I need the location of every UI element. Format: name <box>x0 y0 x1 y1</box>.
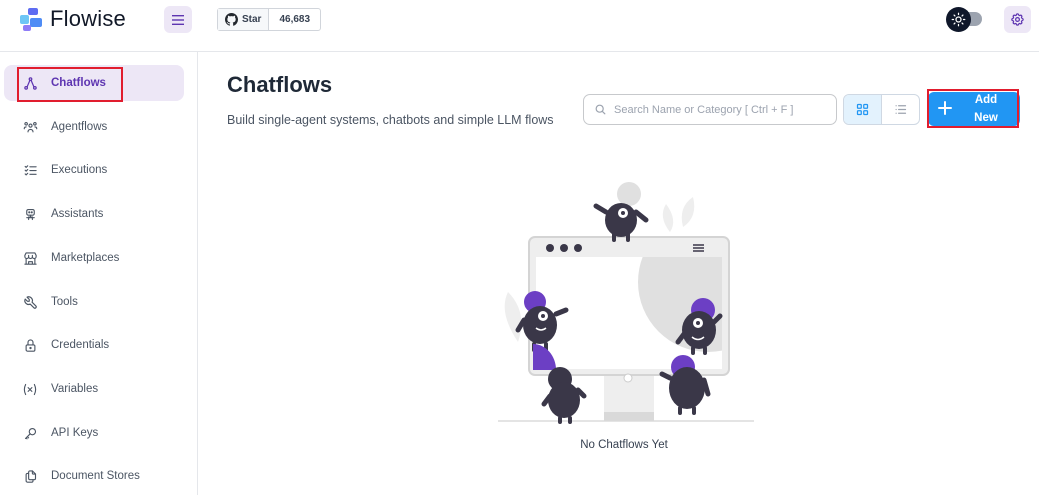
search-input[interactable] <box>614 103 829 116</box>
menu-toggle-button[interactable] <box>164 6 192 33</box>
empty-state-illustration <box>488 182 760 426</box>
sidebar-item-label: Assistants <box>51 208 104 220</box>
github-star-label: Star <box>242 14 262 25</box>
sidebar-item-chatflows[interactable]: Chatflows <box>4 65 184 101</box>
sidebar-item-label: Agentflows <box>51 121 108 133</box>
page-subtitle: Build single-agent systems, chatbots and… <box>227 113 554 127</box>
sidebar-item-credentials[interactable]: Credentials <box>4 327 184 363</box>
files-icon <box>22 468 38 484</box>
plus-icon <box>938 99 952 119</box>
sidebar-item-api-keys[interactable]: API Keys <box>4 415 184 451</box>
card-view-button[interactable] <box>844 95 882 124</box>
sidebar-item-assistants[interactable]: Assistants <box>4 196 184 232</box>
sidebar-item-label: Document Stores <box>51 470 140 482</box>
sidebar: Chatflows Agentflows Executions Assistan… <box>0 52 198 495</box>
list-view-button[interactable] <box>882 95 920 124</box>
sun-icon <box>951 12 966 27</box>
list-icon <box>895 105 906 114</box>
github-star-widget: Star 46,683 <box>217 8 322 31</box>
variable-icon <box>22 381 38 397</box>
github-star-button[interactable]: Star <box>218 9 270 30</box>
empty-state-message: No Chatflows Yet <box>580 439 668 451</box>
sidebar-item-label: Marketplaces <box>51 252 120 264</box>
sidebar-item-variables[interactable]: Variables <box>4 371 184 407</box>
dark-mode-toggle[interactable] <box>946 7 986 32</box>
toggle-knob <box>946 7 971 32</box>
app-header: Flowise Star 46,683 <box>0 0 1039 52</box>
sidebar-item-executions[interactable]: Executions <box>4 152 184 188</box>
search-box[interactable] <box>583 94 837 125</box>
sidebar-item-label: Variables <box>51 383 99 395</box>
sidebar-item-document-stores[interactable]: Document Stores <box>4 458 184 494</box>
search-icon <box>595 104 606 115</box>
list-check-icon <box>22 162 38 178</box>
sidebar-item-marketplaces[interactable]: Marketplaces <box>4 240 184 276</box>
github-star-count[interactable]: 46,683 <box>269 9 320 30</box>
sidebar-item-label: Tools <box>51 296 78 308</box>
sidebar-item-label: Executions <box>51 164 108 176</box>
tool-icon <box>22 294 38 310</box>
sidebar-item-agentflows[interactable]: Agentflows <box>4 109 184 145</box>
lock-icon <box>22 337 38 353</box>
sidebar-item-label: Chatflows <box>51 77 106 89</box>
github-icon <box>225 13 238 26</box>
robot-icon <box>22 206 38 222</box>
key-icon <box>22 425 38 441</box>
add-new-label: Add New <box>966 91 1006 127</box>
settings-button[interactable] <box>1004 6 1031 33</box>
flowise-logo-icon <box>18 6 44 32</box>
add-new-label-line2: New <box>974 112 998 124</box>
sidebar-item-tools[interactable]: Tools <box>4 284 184 320</box>
view-toggle-group <box>843 94 920 125</box>
grid-icon <box>856 103 868 116</box>
hierarchy-icon <box>22 75 38 91</box>
sidebar-item-label: Credentials <box>51 339 110 351</box>
app-name: Flowise <box>50 6 126 31</box>
page-title: Chatflows <box>227 72 333 97</box>
add-new-label-line1: Add <box>974 94 998 106</box>
logo[interactable]: Flowise <box>18 6 126 32</box>
building-store-icon <box>22 250 38 266</box>
sidebar-item-label: API Keys <box>51 427 99 439</box>
users-group-icon <box>22 119 38 135</box>
menu-icon <box>172 14 184 25</box>
gear-icon <box>1011 13 1024 26</box>
add-new-button[interactable]: Add New <box>928 92 1020 126</box>
